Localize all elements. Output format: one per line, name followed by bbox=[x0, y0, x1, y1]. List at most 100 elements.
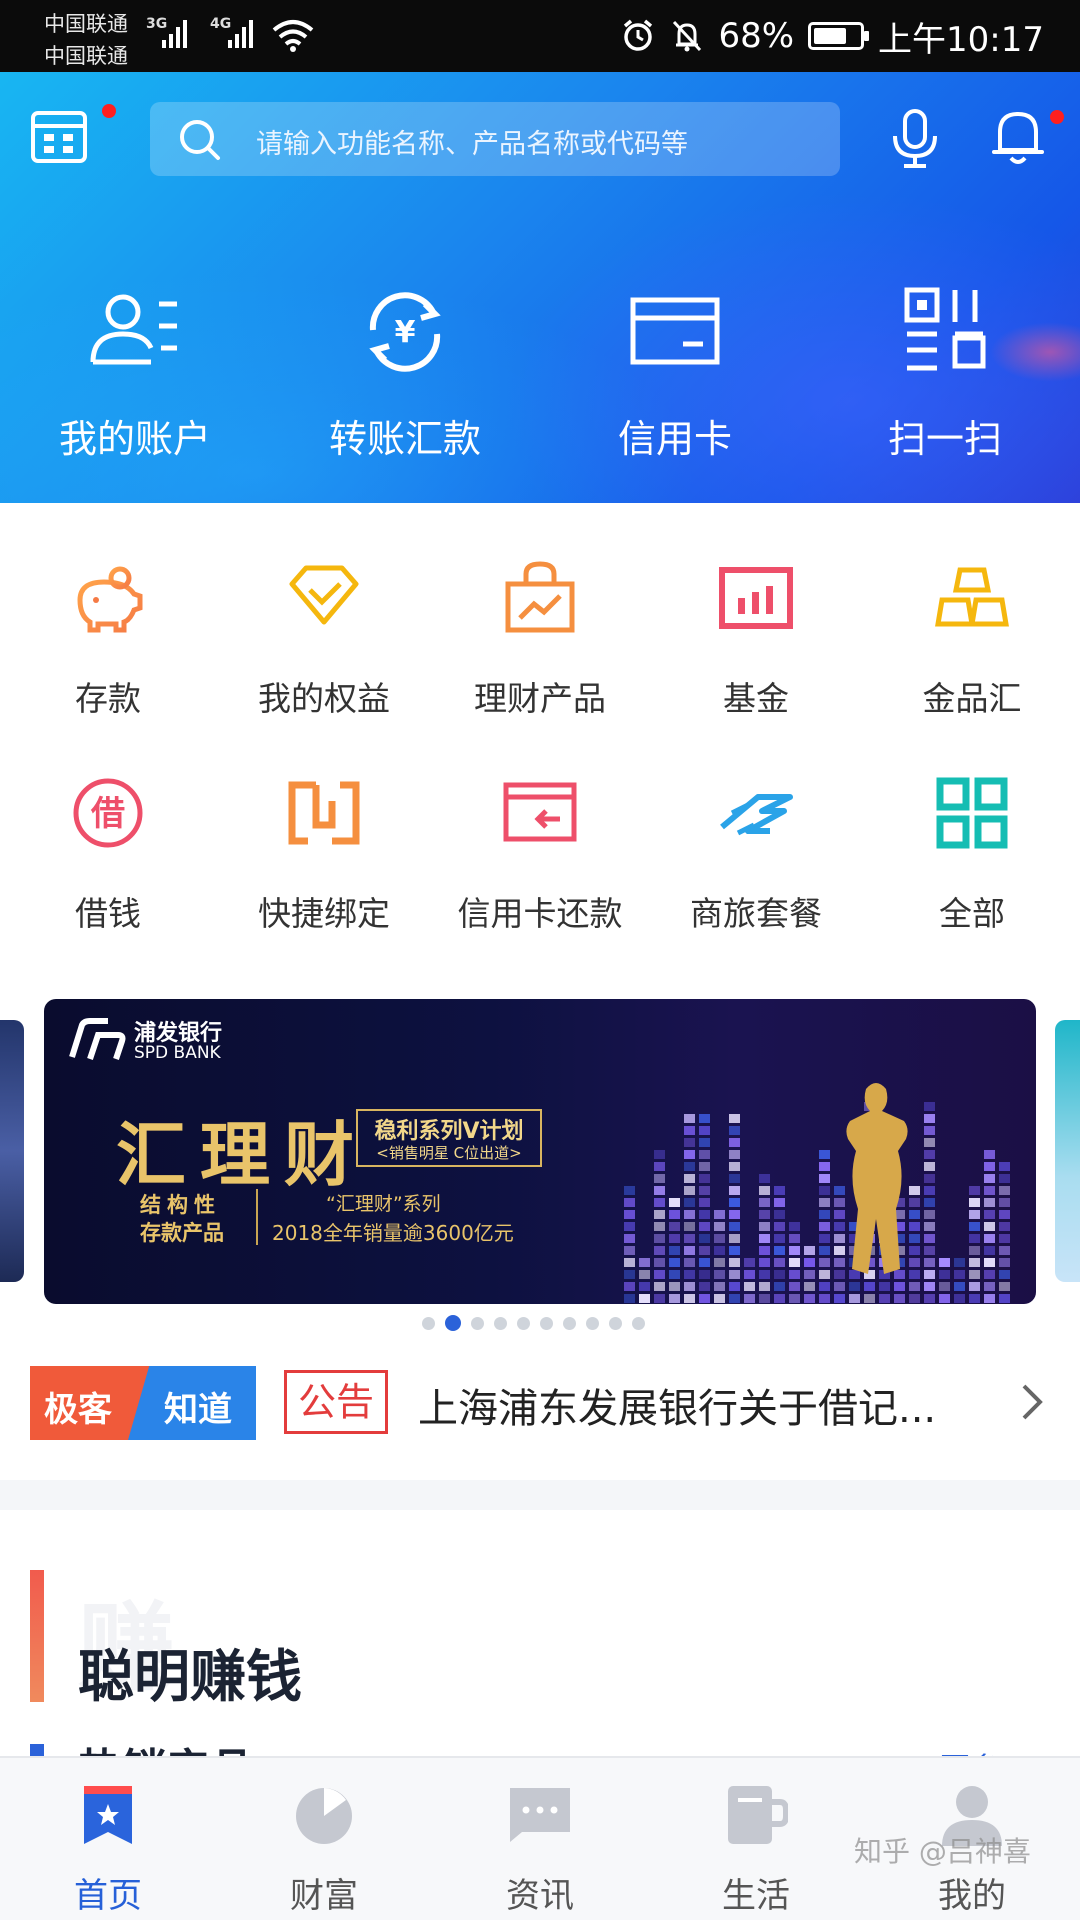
grid-item-benefits[interactable]: 我的权益 bbox=[216, 560, 432, 740]
grid-item-label: 我的权益 bbox=[258, 679, 390, 718]
signal-3g-icon: 3G bbox=[146, 14, 190, 58]
trophy-figure bbox=[846, 1083, 908, 1274]
transfer-icon: ¥ bbox=[369, 292, 441, 372]
quick-action-credit-card[interactable]: 信用卡 bbox=[540, 282, 810, 482]
tab-wealth[interactable]: 财富 bbox=[216, 1758, 432, 1920]
spd-bank-logo-icon bbox=[69, 1018, 126, 1060]
section-title: 聪明赚钱 bbox=[78, 1645, 302, 1710]
carousel-dot[interactable] bbox=[540, 1316, 553, 1330]
geek-know-badge[interactable]: 极客 知道 bbox=[30, 1366, 256, 1440]
diamond-icon bbox=[289, 565, 359, 625]
grid-item-quick-bind[interactable]: 快捷绑定 bbox=[216, 775, 432, 955]
search-input[interactable]: 请输入功能名称、产品名称或代码等 bbox=[150, 102, 840, 176]
quick-action-account[interactable]: 我的账户 bbox=[0, 282, 270, 482]
gold-bars-icon bbox=[935, 567, 1009, 627]
calendar-button[interactable] bbox=[30, 104, 116, 164]
carousel-dot[interactable] bbox=[517, 1316, 530, 1330]
banner-sub1: 结构性 bbox=[140, 1193, 221, 1217]
all-grid-icon bbox=[936, 777, 1008, 849]
banner-equalizer-graphic bbox=[624, 1083, 1010, 1303]
wifi-icon bbox=[270, 18, 316, 58]
alarm-icon bbox=[624, 19, 653, 51]
svg-text:借: 借 bbox=[90, 794, 125, 834]
scan-icon bbox=[904, 287, 986, 371]
grid-item-fund[interactable]: 基金 bbox=[648, 560, 864, 740]
banner-divider bbox=[256, 1189, 258, 1245]
chevron-right-icon[interactable] bbox=[1020, 1380, 1046, 1424]
wealth-icon bbox=[296, 1788, 352, 1844]
piggy-bank-icon bbox=[77, 566, 143, 633]
announcement-bar[interactable]: 极客 知道 公告 上海浦东发展银行关于借记... bbox=[30, 1366, 1050, 1442]
carousel-dot[interactable] bbox=[609, 1316, 622, 1330]
promo-banner[interactable]: 浦发银行 SPD BANK 汇理财 稳利系列V计划 <销售明星 C位出道> 结构… bbox=[44, 999, 1036, 1304]
notifications-button[interactable] bbox=[990, 106, 1064, 172]
grid-item-gold-mall[interactable]: 金品汇 bbox=[864, 560, 1080, 740]
quick-action-label: 转账汇款 bbox=[328, 417, 481, 461]
announcement-text[interactable]: 上海浦东发展银行关于借记... bbox=[418, 1376, 998, 1434]
grid-item-label: 全部 bbox=[939, 894, 1005, 933]
svg-text:¥: ¥ bbox=[395, 315, 416, 350]
network-type-1: 3G bbox=[146, 16, 168, 32]
life-icon bbox=[728, 1786, 788, 1844]
source-watermark: 知乎 @吕神喜 bbox=[854, 1835, 1031, 1868]
tab-label: 资讯 bbox=[506, 1876, 574, 1916]
carousel-dot[interactable] bbox=[422, 1316, 435, 1330]
fund-chart-icon bbox=[719, 567, 793, 629]
notification-badge bbox=[1050, 110, 1064, 124]
grid-item-deposit[interactable]: 存款 bbox=[0, 560, 216, 740]
banner-prev-peek[interactable] bbox=[0, 1020, 24, 1282]
credit-card-icon bbox=[630, 297, 720, 365]
banner-tag-box: 稳利系列V计划 <销售明星 C位出道> bbox=[356, 1109, 542, 1167]
quick-action-label: 我的账户 bbox=[58, 417, 211, 461]
bell-icon bbox=[992, 111, 1044, 164]
grid-item-card-repay[interactable]: 信用卡还款 bbox=[432, 775, 648, 955]
tab-news[interactable]: 资讯 bbox=[432, 1758, 648, 1920]
grid-item-label: 信用卡还款 bbox=[457, 894, 623, 933]
clock: 上午10:17 bbox=[878, 19, 1044, 60]
banner-tag-line1: 稳利系列V计划 bbox=[374, 1119, 524, 1144]
grid-item-label: 金品汇 bbox=[922, 679, 1022, 718]
microphone-icon bbox=[893, 109, 937, 168]
tab-home[interactable]: 首页 bbox=[0, 1758, 216, 1920]
grid-item-wealth-products[interactable]: 理财产品 bbox=[432, 560, 648, 740]
grid-item-borrow[interactable]: 借 借钱 bbox=[0, 775, 216, 955]
carousel-dot[interactable] bbox=[494, 1316, 507, 1330]
quick-bind-icon bbox=[288, 781, 360, 845]
banner-sub3: “汇理财”系列 bbox=[326, 1193, 441, 1215]
carousel-dot[interactable] bbox=[563, 1316, 576, 1330]
search-placeholder: 请输入功能名称、产品名称或代码等 bbox=[256, 129, 688, 160]
section-separator bbox=[0, 1480, 1080, 1510]
signal-4g-icon: 4G bbox=[210, 14, 260, 58]
network-type-2: 4G bbox=[210, 16, 232, 32]
grid-item-travel[interactable]: 商旅套餐 bbox=[648, 775, 864, 955]
carousel-dot[interactable] bbox=[471, 1316, 484, 1330]
carousel-dot[interactable] bbox=[632, 1316, 645, 1330]
account-icon bbox=[90, 294, 177, 365]
tab-label: 生活 bbox=[722, 1876, 790, 1916]
banner-headline: 汇理财 bbox=[116, 1113, 368, 1196]
quick-action-transfer[interactable]: ¥ 转账汇款 bbox=[270, 282, 540, 482]
grid-item-label: 商旅套餐 bbox=[690, 894, 822, 933]
battery-percent: 68% bbox=[718, 16, 795, 56]
banner-next-peek[interactable] bbox=[1055, 1020, 1080, 1282]
grid-item-label: 存款 bbox=[75, 679, 141, 718]
banner-tag-line2: <销售明星 C位出道> bbox=[376, 1144, 522, 1162]
hero-header: 请输入功能名称、产品名称或代码等 我的账户 ¥ 转账汇款 信用卡 扫一扫 bbox=[0, 72, 1080, 503]
status-right: 68% 上午10:17 bbox=[620, 12, 1044, 60]
card-repay-icon bbox=[503, 782, 577, 842]
home-icon bbox=[84, 1786, 132, 1844]
search-icon bbox=[176, 116, 224, 168]
carousel-dot[interactable] bbox=[445, 1315, 461, 1331]
mute-bell-icon bbox=[673, 20, 702, 52]
grid-item-all[interactable]: 全部 bbox=[864, 775, 1080, 955]
travel-icon bbox=[720, 794, 793, 836]
tab-life[interactable]: 生活 bbox=[648, 1758, 864, 1920]
app-screen: 中国联通 中国联通 3G 4G 68% 上午10:17 请输入功能名称、产品名称… bbox=[0, 0, 1080, 1920]
battery-icon bbox=[808, 22, 870, 50]
announcement-tag: 公告 bbox=[284, 1370, 388, 1434]
calendar-badge bbox=[102, 104, 116, 118]
voice-search-button[interactable] bbox=[888, 108, 942, 174]
quick-action-scan[interactable]: 扫一扫 bbox=[810, 282, 1080, 482]
carousel-dot[interactable] bbox=[586, 1316, 599, 1330]
section-accent-bar bbox=[30, 1570, 44, 1702]
